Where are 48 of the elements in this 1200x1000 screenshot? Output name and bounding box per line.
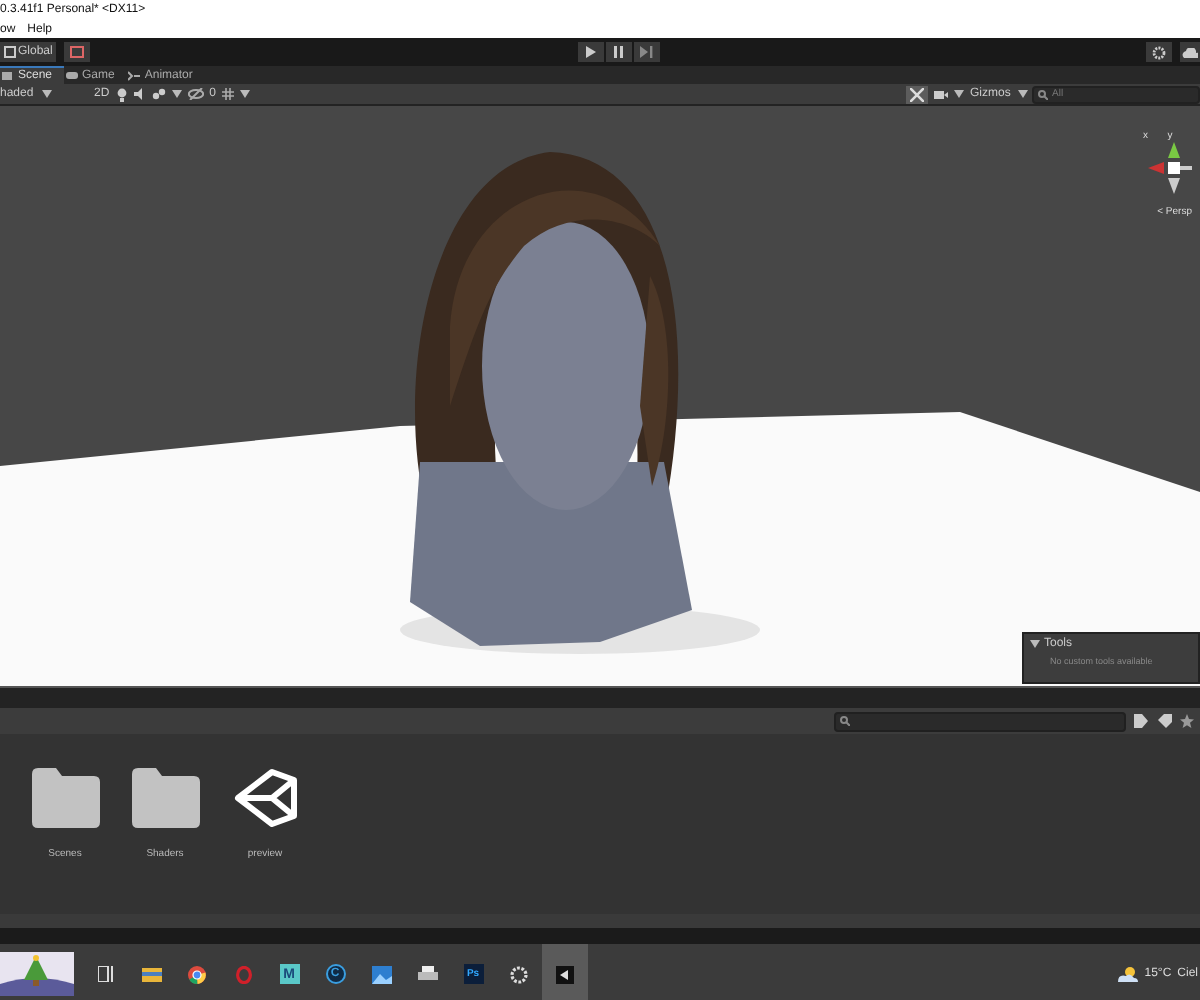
caret-icon[interactable] xyxy=(1030,640,1040,648)
step-icon xyxy=(639,46,654,58)
caret-icon[interactable] xyxy=(41,90,52,98)
scene-icon xyxy=(2,70,14,82)
weather-icon[interactable] xyxy=(1118,966,1139,982)
search-icon xyxy=(840,716,850,726)
caret-icon[interactable] xyxy=(171,90,182,98)
gear-icon[interactable] xyxy=(510,965,528,983)
settings-button[interactable] xyxy=(1146,42,1172,62)
caret-icon[interactable] xyxy=(240,90,251,98)
axis-gizmo-icon[interactable] xyxy=(1148,142,1192,194)
cube-icon xyxy=(4,46,16,58)
step-button[interactable] xyxy=(633,42,660,62)
play-icon xyxy=(583,46,598,58)
animator-icon xyxy=(128,69,141,81)
caret-icon[interactable] xyxy=(1018,90,1029,98)
app-icon[interactable] xyxy=(556,965,574,983)
folder-icon[interactable] xyxy=(131,768,199,828)
cube-outline-icon[interactable] xyxy=(231,768,299,828)
photos-icon[interactable] xyxy=(371,965,391,983)
effects-icon[interactable] xyxy=(151,88,166,100)
cloud-button[interactable] xyxy=(1180,42,1200,62)
layers-icon xyxy=(70,46,85,58)
caret-icon[interactable] xyxy=(954,90,964,98)
folder-icon[interactable] xyxy=(31,768,99,828)
speaker-icon[interactable] xyxy=(133,88,146,100)
cloud-icon xyxy=(1182,47,1198,57)
gamepad-icon xyxy=(66,69,79,81)
crossed-tools-icon xyxy=(910,87,924,101)
task-view-icon[interactable] xyxy=(97,966,113,982)
light-icon[interactable] xyxy=(115,87,128,101)
eye-off-icon[interactable] xyxy=(187,88,204,100)
tools-button[interactable] xyxy=(906,85,928,103)
settings-icon xyxy=(1152,45,1166,59)
browser-icon[interactable] xyxy=(188,965,206,983)
play-button[interactable] xyxy=(577,42,604,62)
grid-icon[interactable] xyxy=(222,88,235,100)
folder-icon[interactable] xyxy=(141,966,161,982)
printer-icon[interactable] xyxy=(417,966,437,982)
search-icon xyxy=(1038,89,1048,99)
pause-icon xyxy=(611,46,626,58)
tag-icon[interactable] xyxy=(1158,714,1172,728)
asset-label-icon[interactable] xyxy=(1134,714,1150,728)
pause-button[interactable] xyxy=(605,42,632,62)
search-field[interactable] xyxy=(834,711,1126,731)
star-icon[interactable] xyxy=(1180,714,1194,728)
layers-button[interactable] xyxy=(64,42,91,62)
camera-icon[interactable] xyxy=(934,89,948,99)
